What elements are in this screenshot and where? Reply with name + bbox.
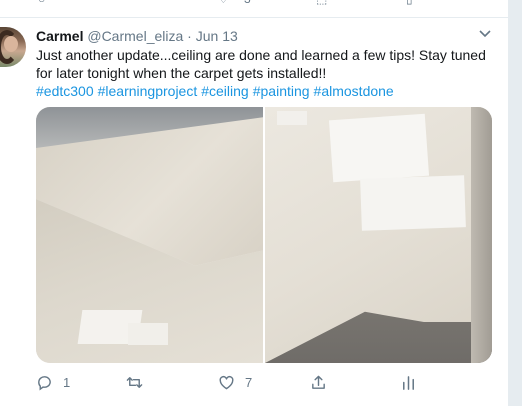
tweet-date[interactable]: Jun 13 (196, 28, 238, 44)
share-icon (312, 375, 325, 389)
reply-count: 1 (63, 374, 71, 390)
author-name[interactable]: Carmel (36, 28, 83, 44)
hashtag-link[interactable]: #painting (253, 83, 310, 99)
chevron-down-icon[interactable] (478, 27, 492, 41)
tweet-actions: 1 7 (0, 372, 508, 392)
media-gallery (36, 107, 492, 363)
hashtag-link[interactable]: #almostdone (314, 83, 394, 99)
analytics-icon[interactable]: ▯ (406, 0, 413, 6)
tweet-card[interactable]: ○ ♡ 3 ⬚ ▯ Carmel @Carmel_eliza · Jun 13 … (0, 0, 509, 406)
share-icon[interactable]: ⬚ (316, 0, 327, 6)
reply-icon (38, 375, 51, 391)
author-handle[interactable]: @Carmel_eliza (87, 28, 183, 44)
share-button[interactable] (310, 372, 327, 392)
hashtag-link[interactable]: #ceiling (201, 83, 248, 99)
separator: · (187, 28, 192, 44)
reply-icon[interactable]: ○ (38, 0, 45, 6)
hashtag-link[interactable]: #edtc300 (36, 83, 94, 99)
reply-button[interactable]: 1 (36, 372, 70, 392)
like-button[interactable]: 7 (218, 372, 252, 392)
tweet-header: Carmel @Carmel_eliza · Jun 13 (36, 28, 238, 44)
like-count: 7 (245, 374, 253, 390)
previous-tweet-actions: ○ ♡ 3 ⬚ ▯ (0, 0, 508, 10)
heart-icon (219, 375, 234, 389)
hashtag-list: #edtc300 #learningproject #ceiling #paintin… (36, 82, 398, 100)
ceiling-photo-right[interactable] (265, 107, 492, 363)
retweet-button[interactable] (126, 372, 143, 392)
retweet-icon (126, 376, 143, 388)
ceiling-photo-left[interactable] (36, 107, 263, 363)
retweet-count: 3 (244, 0, 251, 6)
divider (0, 17, 508, 18)
like-icon[interactable]: ♡ (218, 0, 229, 6)
tweet-text: Just another update...ceiling are done a… (36, 47, 486, 81)
analytics-button[interactable] (400, 372, 417, 392)
avatar[interactable] (0, 27, 26, 67)
hashtag-link[interactable]: #learningproject (98, 83, 198, 99)
analytics-icon (403, 375, 414, 390)
